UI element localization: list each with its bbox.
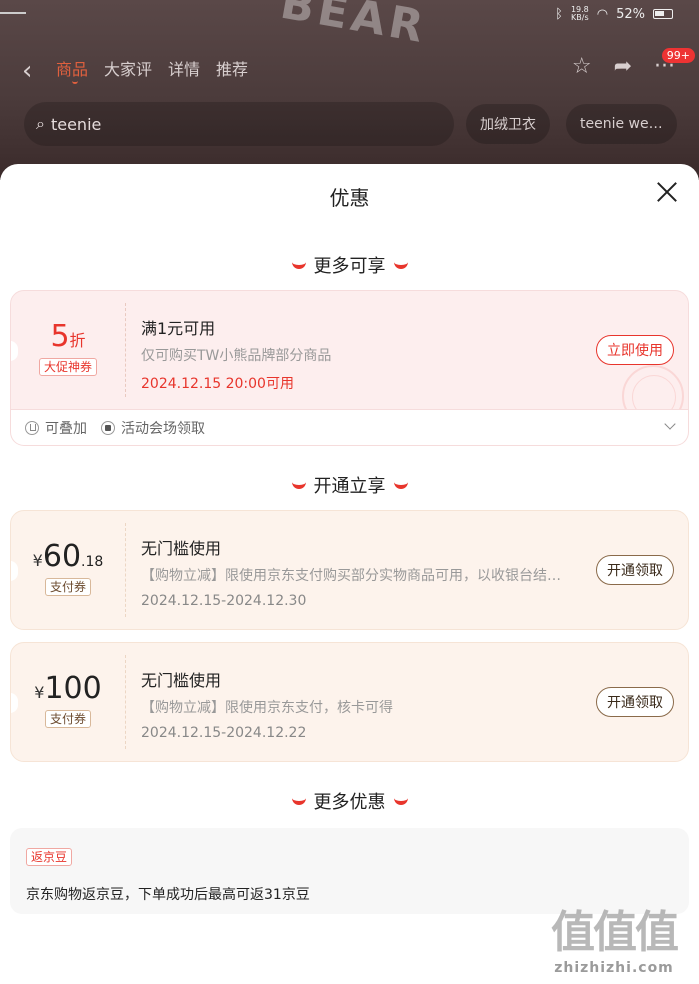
coupon-title: 无门槛使用 (141, 539, 222, 558)
section-title: 更多优惠 (313, 792, 386, 813)
coupon-tag: 支付券 (44, 710, 91, 728)
share-icon[interactable]: ➦ (614, 54, 632, 79)
site-watermark: 值值值 zhizhizhi.com (539, 896, 689, 976)
smile-right-icon (393, 481, 408, 489)
tab-recommend[interactable]: 推荐 (216, 56, 248, 80)
coupon-amount: 5折 大促神券 (11, 319, 125, 376)
use-now-button[interactable]: 立即使用 (596, 335, 674, 365)
currency-symbol: ¥ (32, 551, 43, 570)
coupon-date: 2024.12.15 20:00可用 (141, 376, 294, 392)
search-bar[interactable]: ⌕ teenie (24, 102, 454, 146)
tab-details[interactable]: 详情 (168, 56, 200, 80)
card-divider (125, 523, 126, 617)
stack-icon (25, 420, 39, 435)
coupon-amount: ¥100 支付券 (11, 671, 125, 728)
smile-right-icon (393, 261, 408, 269)
search-text: teenie (50, 114, 102, 134)
venue-text: 活动会场领取 (121, 420, 205, 437)
stackable-note: 可叠加 (25, 418, 87, 438)
coupon-title: 满1元可用 (141, 319, 216, 338)
coupon-desc: 【购物立减】限使用京东支付，核卡可得 (141, 700, 393, 716)
wifi-icon: ◠ (596, 6, 609, 22)
currency-symbol: ¥ (34, 683, 45, 702)
coupon-date: 2024.12.15-2024.12.30 (141, 593, 307, 609)
card-divider (125, 303, 126, 397)
coupon-desc: 仅可购买TW小熊品牌部分商品 (141, 348, 332, 364)
coupon-footer[interactable]: 可叠加 活动会场领取 (10, 410, 689, 446)
section-title: 更多可享 (313, 256, 386, 277)
smile-left-icon (291, 481, 306, 489)
amount-value: 100 (44, 671, 102, 706)
pay-coupon-card-2: ¥100 支付券 无门槛使用 【购物立减】限使用京东支付，核卡可得 2024.1… (10, 642, 689, 762)
coupon-amount: ¥60.18 支付券 (11, 539, 125, 596)
smile-left-icon (291, 797, 306, 805)
venue-icon (101, 420, 115, 435)
amount-unit: 折 (69, 331, 86, 350)
section-more-offers: 更多优惠 (0, 788, 699, 814)
smile-left-icon (291, 261, 306, 269)
net-speed: 19.8 KB/s (571, 6, 589, 22)
amount-value: 60 (42, 539, 82, 574)
amount-decimal: .18 (81, 554, 104, 570)
battery-text: 52% (616, 6, 645, 22)
pay-coupon-card-1: ¥60.18 支付券 无门槛使用 【购物立减】限使用京东支付购买部分实物商品可用… (10, 510, 689, 630)
coupon-discount-card: 5折 大促神券 满1元可用 仅可购买TW小熊品牌部分商品 2024.12.15 … (10, 290, 689, 410)
header-actions: ☆ ➦ ··· (572, 54, 675, 79)
chevron-down-icon[interactable] (664, 418, 676, 430)
coupon-date: 2024.12.15-2024.12.22 (141, 725, 307, 741)
offers-sheet: 优惠 更多可享 5折 大促神券 满1元可用 仅可购买TW小熊品牌部分商品 202… (0, 164, 699, 984)
stackable-text: 可叠加 (45, 420, 87, 437)
message-badge: 99+ (661, 48, 695, 63)
suggest-pill-1[interactable]: 加绒卫衣 (466, 104, 550, 144)
stamp-icon (622, 365, 684, 409)
sheet-title: 优惠 (329, 186, 370, 210)
coupon-title: 无门槛使用 (141, 671, 222, 690)
smile-right-icon (393, 797, 408, 805)
battery-icon (653, 9, 673, 19)
card-divider (125, 655, 126, 749)
coupon-info: 满1元可用 仅可购买TW小熊品牌部分商品 2024.12.15 20:00可用 (141, 315, 568, 393)
close-icon[interactable] (655, 180, 679, 204)
coupon-info: 无门槛使用 【购物立减】限使用京东支付，核卡可得 2024.12.15-2024… (141, 667, 568, 741)
tab-product[interactable]: 商品 (56, 56, 88, 80)
jingdou-tag: 返京豆 (26, 848, 73, 866)
section-more-available: 更多可享 (0, 252, 699, 278)
amount-value: 5 (50, 319, 70, 354)
tab-reviews[interactable]: 大家评 (104, 56, 152, 80)
coupon-desc: 【购物立减】限使用京东支付购买部分实物商品可用，以收银台结… (141, 568, 561, 584)
star-icon[interactable]: ☆ (572, 54, 592, 79)
section-title: 开通立享 (313, 476, 386, 497)
coupon-info: 无门槛使用 【购物立减】限使用京东支付购买部分实物商品可用，以收银台结… 202… (141, 535, 568, 609)
product-tabs: 商品 大家评 详情 推荐 (56, 56, 248, 80)
background-page: BEAR ᛒ 19.8 KB/s ◠ 52% ‹ 商品 大家评 详情 推荐 ☆ … (0, 0, 699, 180)
watermark-logo: 值值值 (551, 907, 679, 958)
activate-claim-button[interactable]: 开通领取 (596, 555, 674, 585)
back-icon[interactable]: ‹ (22, 56, 32, 86)
venue-note: 活动会场领取 (101, 418, 205, 438)
search-icon: ⌕ (36, 114, 45, 133)
menu-handle-icon (0, 12, 26, 26)
tab-indicator (72, 80, 78, 84)
section-open-enjoy: 开通立享 (0, 472, 699, 498)
coupon-tag: 支付券 (44, 578, 91, 596)
watermark-url: zhizhizhi.com (554, 960, 674, 976)
product-image: BEAR (276, 0, 431, 54)
bluetooth-icon: ᛒ (555, 6, 563, 22)
status-bar: ᛒ 19.8 KB/s ◠ 52% (555, 6, 673, 22)
net-speed-unit: KB/s (571, 13, 589, 22)
coupon-tag: 大促神券 (38, 358, 97, 376)
suggest-pill-2[interactable]: teenie we… (566, 104, 677, 144)
activate-claim-button[interactable]: 开通领取 (596, 687, 674, 717)
